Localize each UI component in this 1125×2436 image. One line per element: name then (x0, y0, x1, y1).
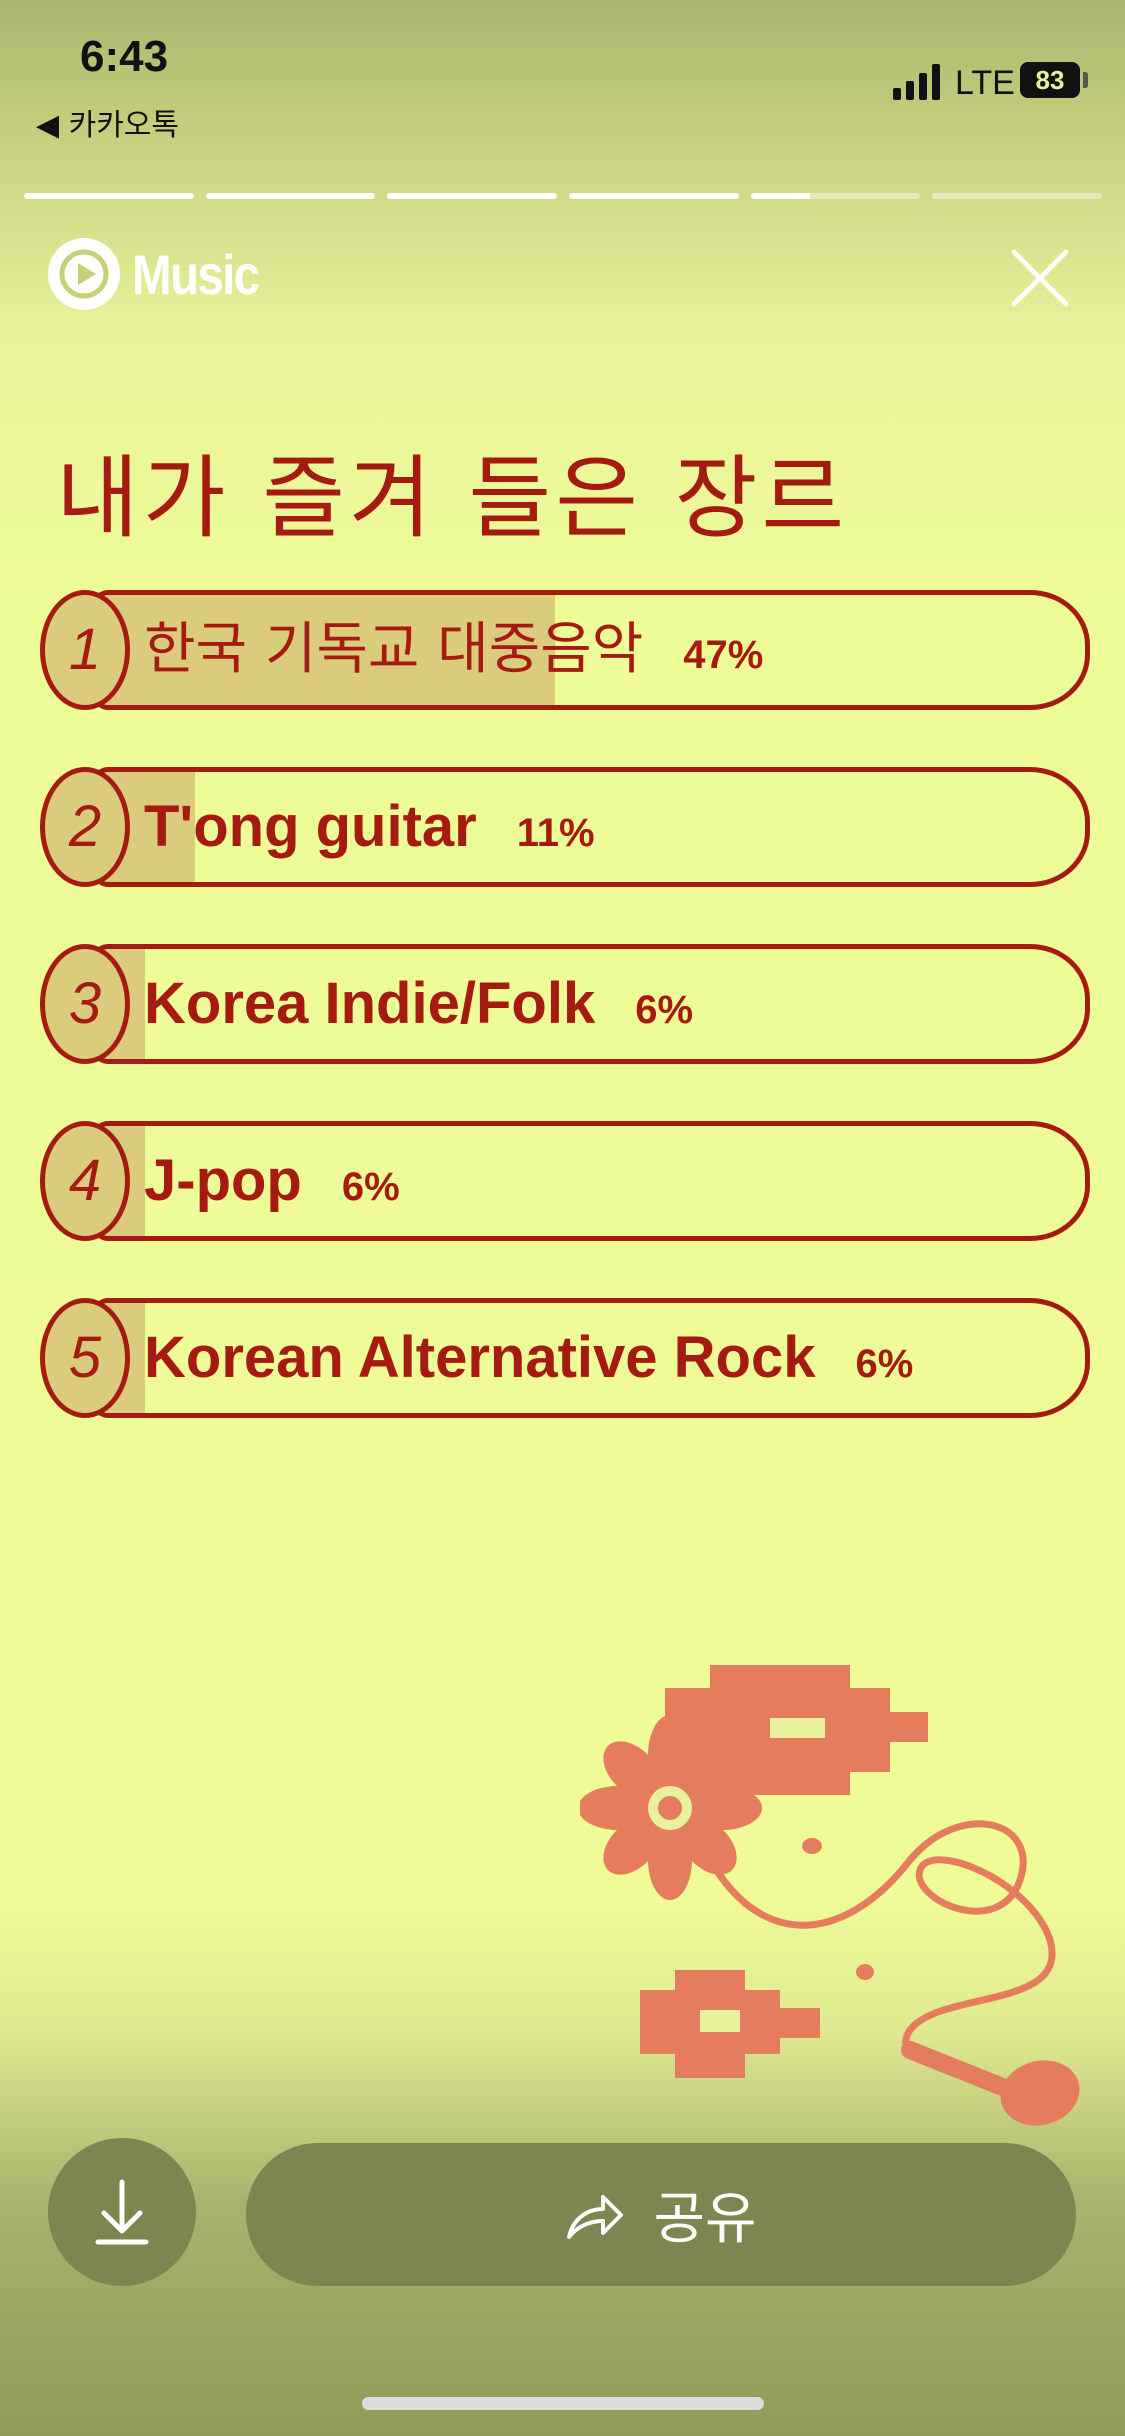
story-progress-fill (387, 193, 558, 199)
story-progress (24, 193, 1103, 201)
back-to-app-link[interactable]: ◀ 카카오톡 (36, 100, 179, 144)
flower-microphone-illustration (580, 1665, 1080, 2126)
genre-percent: 6% (855, 1342, 914, 1386)
genre-name: J-pop (144, 1148, 302, 1213)
rank-number: 2 (68, 794, 102, 859)
genre-name: Korea Indie/Folk (144, 971, 596, 1036)
genre-row: 2 T'ong guitar 11% (40, 767, 1090, 887)
home-indicator[interactable] (362, 2397, 764, 2410)
download-icon (95, 2179, 149, 2245)
share-label: 공유 (653, 2187, 757, 2252)
story-progress-fill (569, 193, 739, 199)
genre-percent: 11% (516, 811, 595, 855)
genre-row: 5 Korean Alternative Rock 6% (40, 1298, 1090, 1418)
genre-percent: 6% (341, 1165, 400, 1209)
story-progress-segment (750, 193, 921, 199)
signal-icon (893, 64, 940, 100)
download-button[interactable] (48, 2138, 196, 2286)
youtube-music-play-icon (48, 238, 120, 310)
genre-row: 3 Korea Indie/Folk 6% (40, 944, 1090, 1064)
story-progress-fill (24, 193, 194, 199)
status-time: 6:43 (80, 32, 169, 81)
genre-name: 한국 기독교 대중음악 (144, 617, 644, 682)
brand-name: Music (132, 242, 260, 306)
genre-name: Korean Alternative Rock (144, 1325, 816, 1390)
network-type: LTE (955, 64, 1015, 102)
story-progress-segment (387, 193, 558, 199)
rank-number: 5 (68, 1325, 102, 1390)
story-progress-fill (205, 193, 376, 199)
genre-name: T'ong guitar (144, 794, 477, 859)
genre-percent: 47% (683, 633, 764, 677)
story-progress-fill (750, 193, 811, 199)
rank-number: 4 (68, 1148, 102, 1213)
story-progress-segment (24, 193, 194, 199)
share-button[interactable]: 공유 (246, 2143, 1076, 2286)
rank-number: 3 (68, 971, 102, 1036)
battery-tip (1083, 72, 1088, 88)
genre-row: 1 한국 기독교 대중음악 47% (40, 590, 1090, 710)
genre-percent: 6% (635, 988, 694, 1032)
story-progress-segment (569, 193, 739, 199)
youtube-music-logo: Music (48, 238, 281, 310)
share-arrow-icon (567, 2194, 624, 2239)
battery-icon: 83 (1020, 62, 1080, 98)
page-title: 내가 즐겨 들은 장르 (56, 446, 849, 551)
rank-number: 1 (68, 617, 102, 682)
story-progress-segment (932, 193, 1103, 199)
close-icon[interactable] (1010, 248, 1070, 308)
story-progress-segment (205, 193, 376, 199)
genre-row: 4 J-pop 6% (40, 1121, 1090, 1241)
